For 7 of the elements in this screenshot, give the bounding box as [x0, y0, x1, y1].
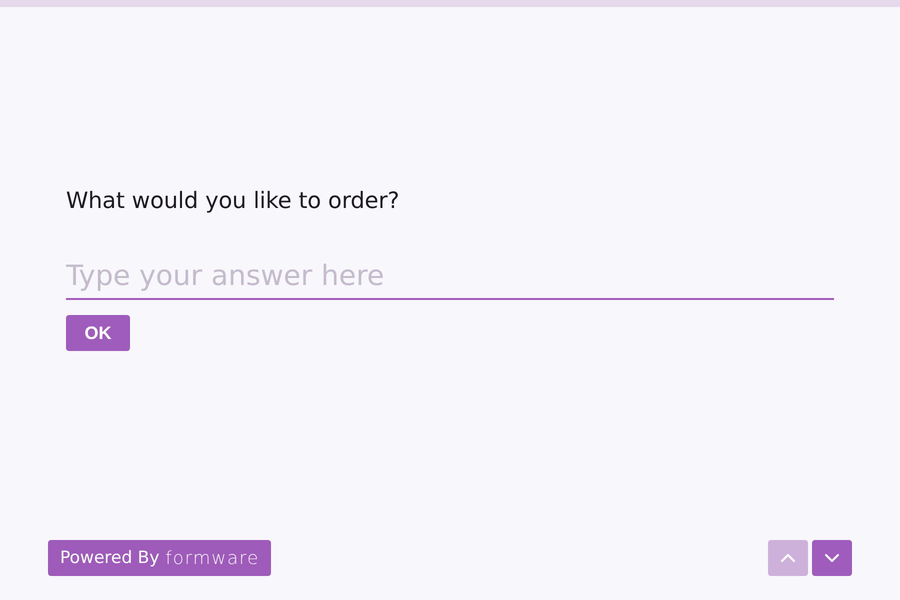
ok-button[interactable]: OK: [66, 315, 130, 351]
answer-field[interactable]: Type your answer here: [66, 257, 834, 300]
powered-by-link[interactable]: Powered By formware: [48, 540, 272, 576]
chevron-down-icon: [824, 553, 840, 563]
question-title: What would you like to order?: [66, 188, 400, 215]
chevron-up-icon: [780, 553, 796, 563]
next-button[interactable]: [812, 540, 852, 576]
